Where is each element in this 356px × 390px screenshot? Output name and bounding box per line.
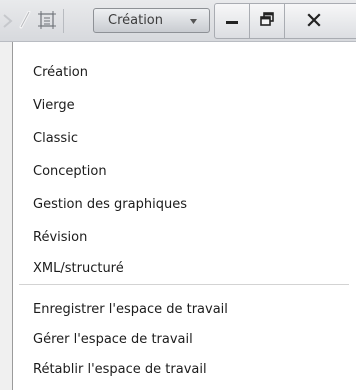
workspace-switcher-label: Création (108, 13, 164, 28)
workspace-switcher-window: Création Création Vierge Classic Concept… (0, 0, 356, 390)
frame-icon[interactable] (37, 10, 57, 30)
restore-icon (260, 12, 274, 26)
menu-item-vierge[interactable]: Vierge (13, 89, 356, 122)
arrow-icon[interactable] (2, 13, 14, 29)
minimize-icon (226, 21, 238, 24)
menu-item-gestion-graphiques[interactable]: Gestion des graphiques (13, 188, 356, 221)
menu-item-classic[interactable]: Classic (13, 122, 356, 155)
pencil-icon[interactable] (18, 11, 32, 29)
menu-item-creation[interactable]: Création (13, 56, 356, 89)
menu-separator (19, 284, 349, 285)
menu-item-reset-workspace[interactable]: Rétablir l'espace de travail (13, 353, 356, 386)
toolbar-separator (63, 9, 64, 33)
minimize-button[interactable] (214, 3, 250, 39)
close-icon (307, 13, 321, 27)
workspace-menu: Création Vierge Classic Conception Gesti… (12, 42, 356, 390)
menu-item-save-workspace[interactable]: Enregistrer l'espace de travail (13, 293, 356, 326)
menu-item-conception[interactable]: Conception (13, 155, 356, 188)
workspace-switcher-button[interactable]: Création (93, 8, 210, 33)
menu-item-manage-workspace[interactable]: Gérer l'espace de travail (13, 323, 356, 356)
toolbar: Création (0, 0, 356, 42)
close-button[interactable] (284, 3, 356, 39)
chevron-down-icon (190, 19, 197, 24)
restore-button[interactable] (249, 3, 285, 39)
menu-item-xml-structure[interactable]: XML/structuré (13, 252, 356, 285)
menu-item-revision[interactable]: Révision (13, 221, 356, 254)
